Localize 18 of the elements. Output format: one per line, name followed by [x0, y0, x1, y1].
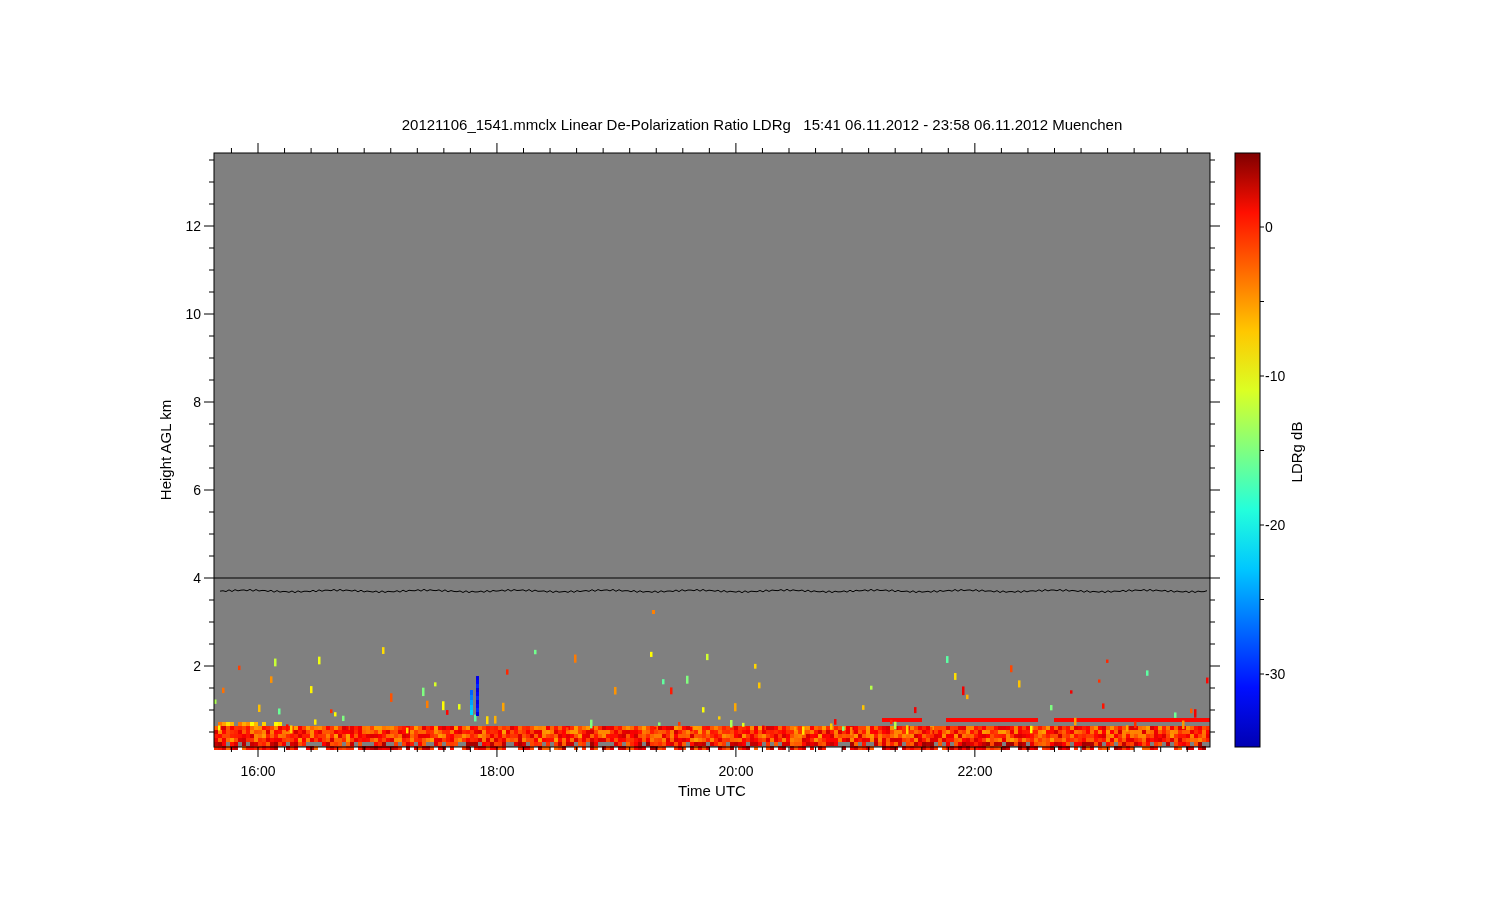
color-scale-label: -10 [1265, 368, 1286, 384]
x-axis-label: Time UTC [678, 782, 746, 799]
y-tick-label: 10 [185, 306, 201, 322]
color-scale-title: LDRg dB [1288, 421, 1305, 483]
x-tick-label: 22:00 [957, 763, 993, 779]
x-tick-label: 20:00 [718, 763, 754, 779]
x-tick-label: 18:00 [479, 763, 515, 779]
y-tick-label: 12 [185, 218, 201, 234]
color-scale-label: 0 [1265, 219, 1273, 235]
y-tick-label: 6 [193, 482, 201, 498]
color-scale-label: -30 [1265, 666, 1286, 682]
chart-title: 20121106_1541.mmclx Linear De-Polarization Ratio LDRg 15:41 06.11.2012 - 23:58 06.11.2012 Muenchen [400, 116, 1123, 134]
y-tick-label: 4 [193, 570, 201, 586]
y-axis-label: Height AGL km [157, 399, 174, 501]
color-scale-label: -20 [1265, 517, 1286, 533]
y-tick-label: 8 [193, 394, 201, 410]
x-tick-label: 16:00 [240, 763, 276, 779]
y-tick-label: 2 [193, 658, 201, 674]
